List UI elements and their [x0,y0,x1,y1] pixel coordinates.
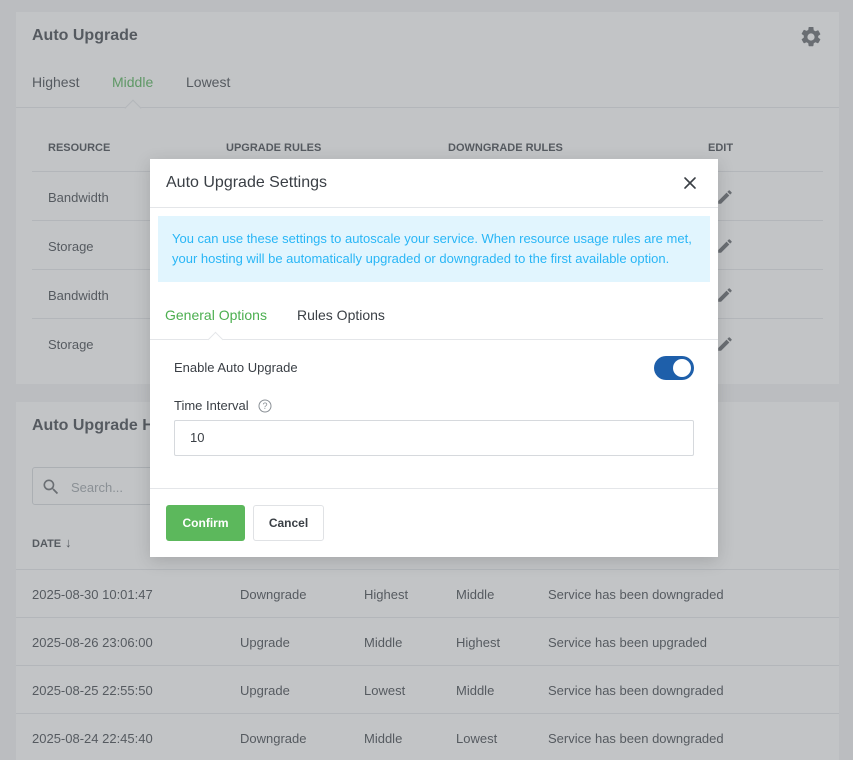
time-interval-label: Time Interval [174,398,249,413]
tab-general-options[interactable]: General Options [165,307,267,323]
toggle-knob [673,359,691,377]
help-icon[interactable]: ? [258,399,272,413]
modal-title: Auto Upgrade Settings [166,174,327,191]
auto-upgrade-settings-modal: Auto Upgrade Settings You can use these … [150,159,718,557]
footer-divider [150,488,718,489]
tab-rules-options[interactable]: Rules Options [297,307,385,323]
close-icon[interactable] [682,175,698,191]
cancel-button[interactable]: Cancel [253,505,324,541]
modal-divider [150,207,718,208]
tab-caret [207,331,224,348]
info-alert: You can use these settings to autoscale … [158,216,710,282]
enable-auto-upgrade-toggle[interactable] [654,356,694,380]
time-interval-input[interactable]: 10 [174,420,694,456]
confirm-button[interactable]: Confirm [166,505,245,541]
tabs-divider [150,339,718,340]
svg-text:?: ? [262,401,267,411]
enable-auto-upgrade-label: Enable Auto Upgrade [174,360,298,375]
